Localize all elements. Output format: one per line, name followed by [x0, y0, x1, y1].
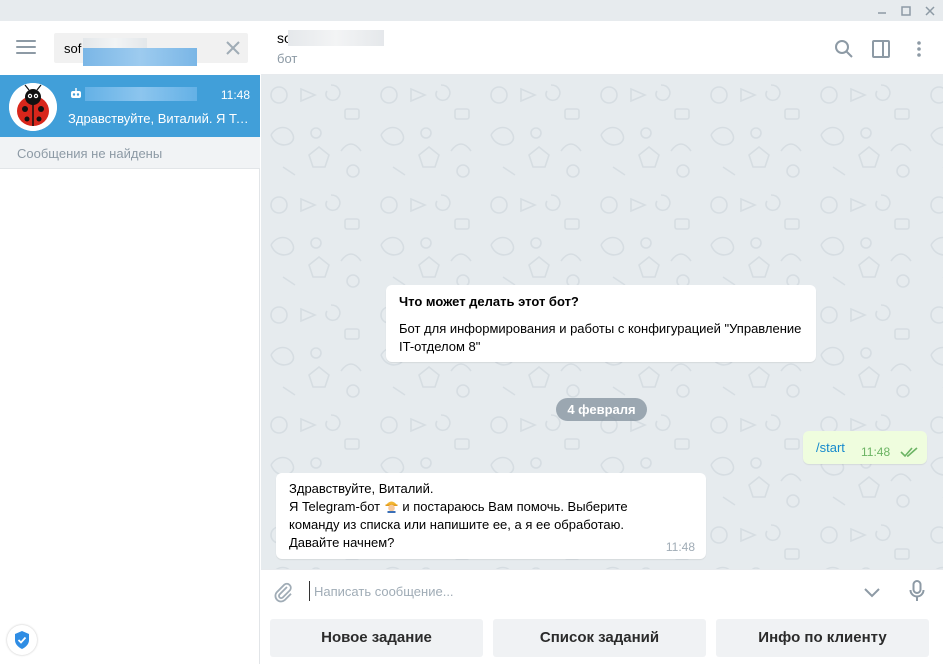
- message-line: Здравствуйте, Виталий.: [289, 481, 434, 496]
- chat-panel: so бот Что может делать этот бот? Бот дл…: [261, 21, 943, 664]
- no-messages-found: Сообщения не найдены: [0, 137, 260, 169]
- dialogs-panel: 11:48 Здравствуйте, Виталий. Я Telegram-…: [0, 21, 260, 664]
- date-separator: 4 февраля: [556, 398, 647, 421]
- message-time: 11:48: [861, 445, 891, 459]
- read-checkmarks-icon: [900, 447, 918, 458]
- maximize-icon[interactable]: [894, 0, 918, 21]
- bot-info-title: Что может делать этот бот?: [399, 294, 579, 309]
- clear-icon[interactable]: [224, 39, 242, 57]
- message-text[interactable]: /start: [816, 440, 845, 455]
- chat-name-redacted-overflow: [83, 48, 197, 66]
- message-input[interactable]: [309, 581, 849, 601]
- message-line: команду из списка или напишите ее, а я е…: [289, 517, 625, 532]
- chat-preview: Здравствуйте, Виталий. Я Telegram-бот: [68, 111, 252, 126]
- attach-icon[interactable]: [271, 580, 295, 604]
- shield-icon[interactable]: [7, 625, 37, 655]
- bot-info-card: Что может делать этот бот? Бот для инфор…: [386, 285, 816, 362]
- more-icon[interactable]: [908, 38, 930, 60]
- chat-header[interactable]: so бот: [261, 21, 943, 75]
- message-line: Давайте начнем?: [289, 535, 395, 550]
- mic-icon[interactable]: [907, 579, 927, 603]
- task-list-button[interactable]: Список заданий: [493, 619, 706, 657]
- chat-name-redacted: [85, 87, 197, 101]
- outgoing-message[interactable]: /start 11:48: [803, 431, 927, 464]
- bot-icon: [71, 88, 81, 98]
- message-line: Я Telegram-бот и постараюсь Вам помочь. …: [289, 499, 628, 514]
- client-info-button[interactable]: Инфо по клиенту: [716, 619, 929, 657]
- chevron-down-icon[interactable]: [862, 582, 882, 602]
- minimize-icon[interactable]: [870, 0, 894, 21]
- menu-icon[interactable]: [16, 40, 36, 55]
- chat-time: 11:48: [220, 88, 250, 102]
- bot-info-description: Бот для информирования и работы с конфиг…: [399, 321, 802, 354]
- new-task-button[interactable]: Новое задание: [270, 619, 483, 657]
- window-titlebar: [0, 0, 943, 21]
- message-history[interactable]: Что может делать этот бот? Бот для инфор…: [261, 75, 943, 569]
- peer-name-redacted: [288, 30, 384, 46]
- incoming-message[interactable]: Здравствуйте, Виталий. Я Telegram-бот и …: [276, 473, 706, 559]
- sidebar-icon[interactable]: [870, 38, 892, 60]
- avatar: [9, 83, 57, 131]
- worker-emoji-icon: [385, 501, 398, 513]
- message-composer: [261, 569, 943, 614]
- peer-status: бот: [277, 51, 298, 66]
- chat-list-item[interactable]: 11:48 Здравствуйте, Виталий. Я Telegram-…: [0, 75, 260, 137]
- search-icon[interactable]: [833, 38, 855, 60]
- bot-keyboard: Новое задание Список заданий Инфо по кли…: [261, 614, 943, 664]
- message-text[interactable]: Здравствуйте, Виталий. Я Telegram-бот и …: [289, 480, 699, 552]
- message-time: 11:48: [665, 540, 695, 554]
- close-icon[interactable]: [918, 0, 942, 21]
